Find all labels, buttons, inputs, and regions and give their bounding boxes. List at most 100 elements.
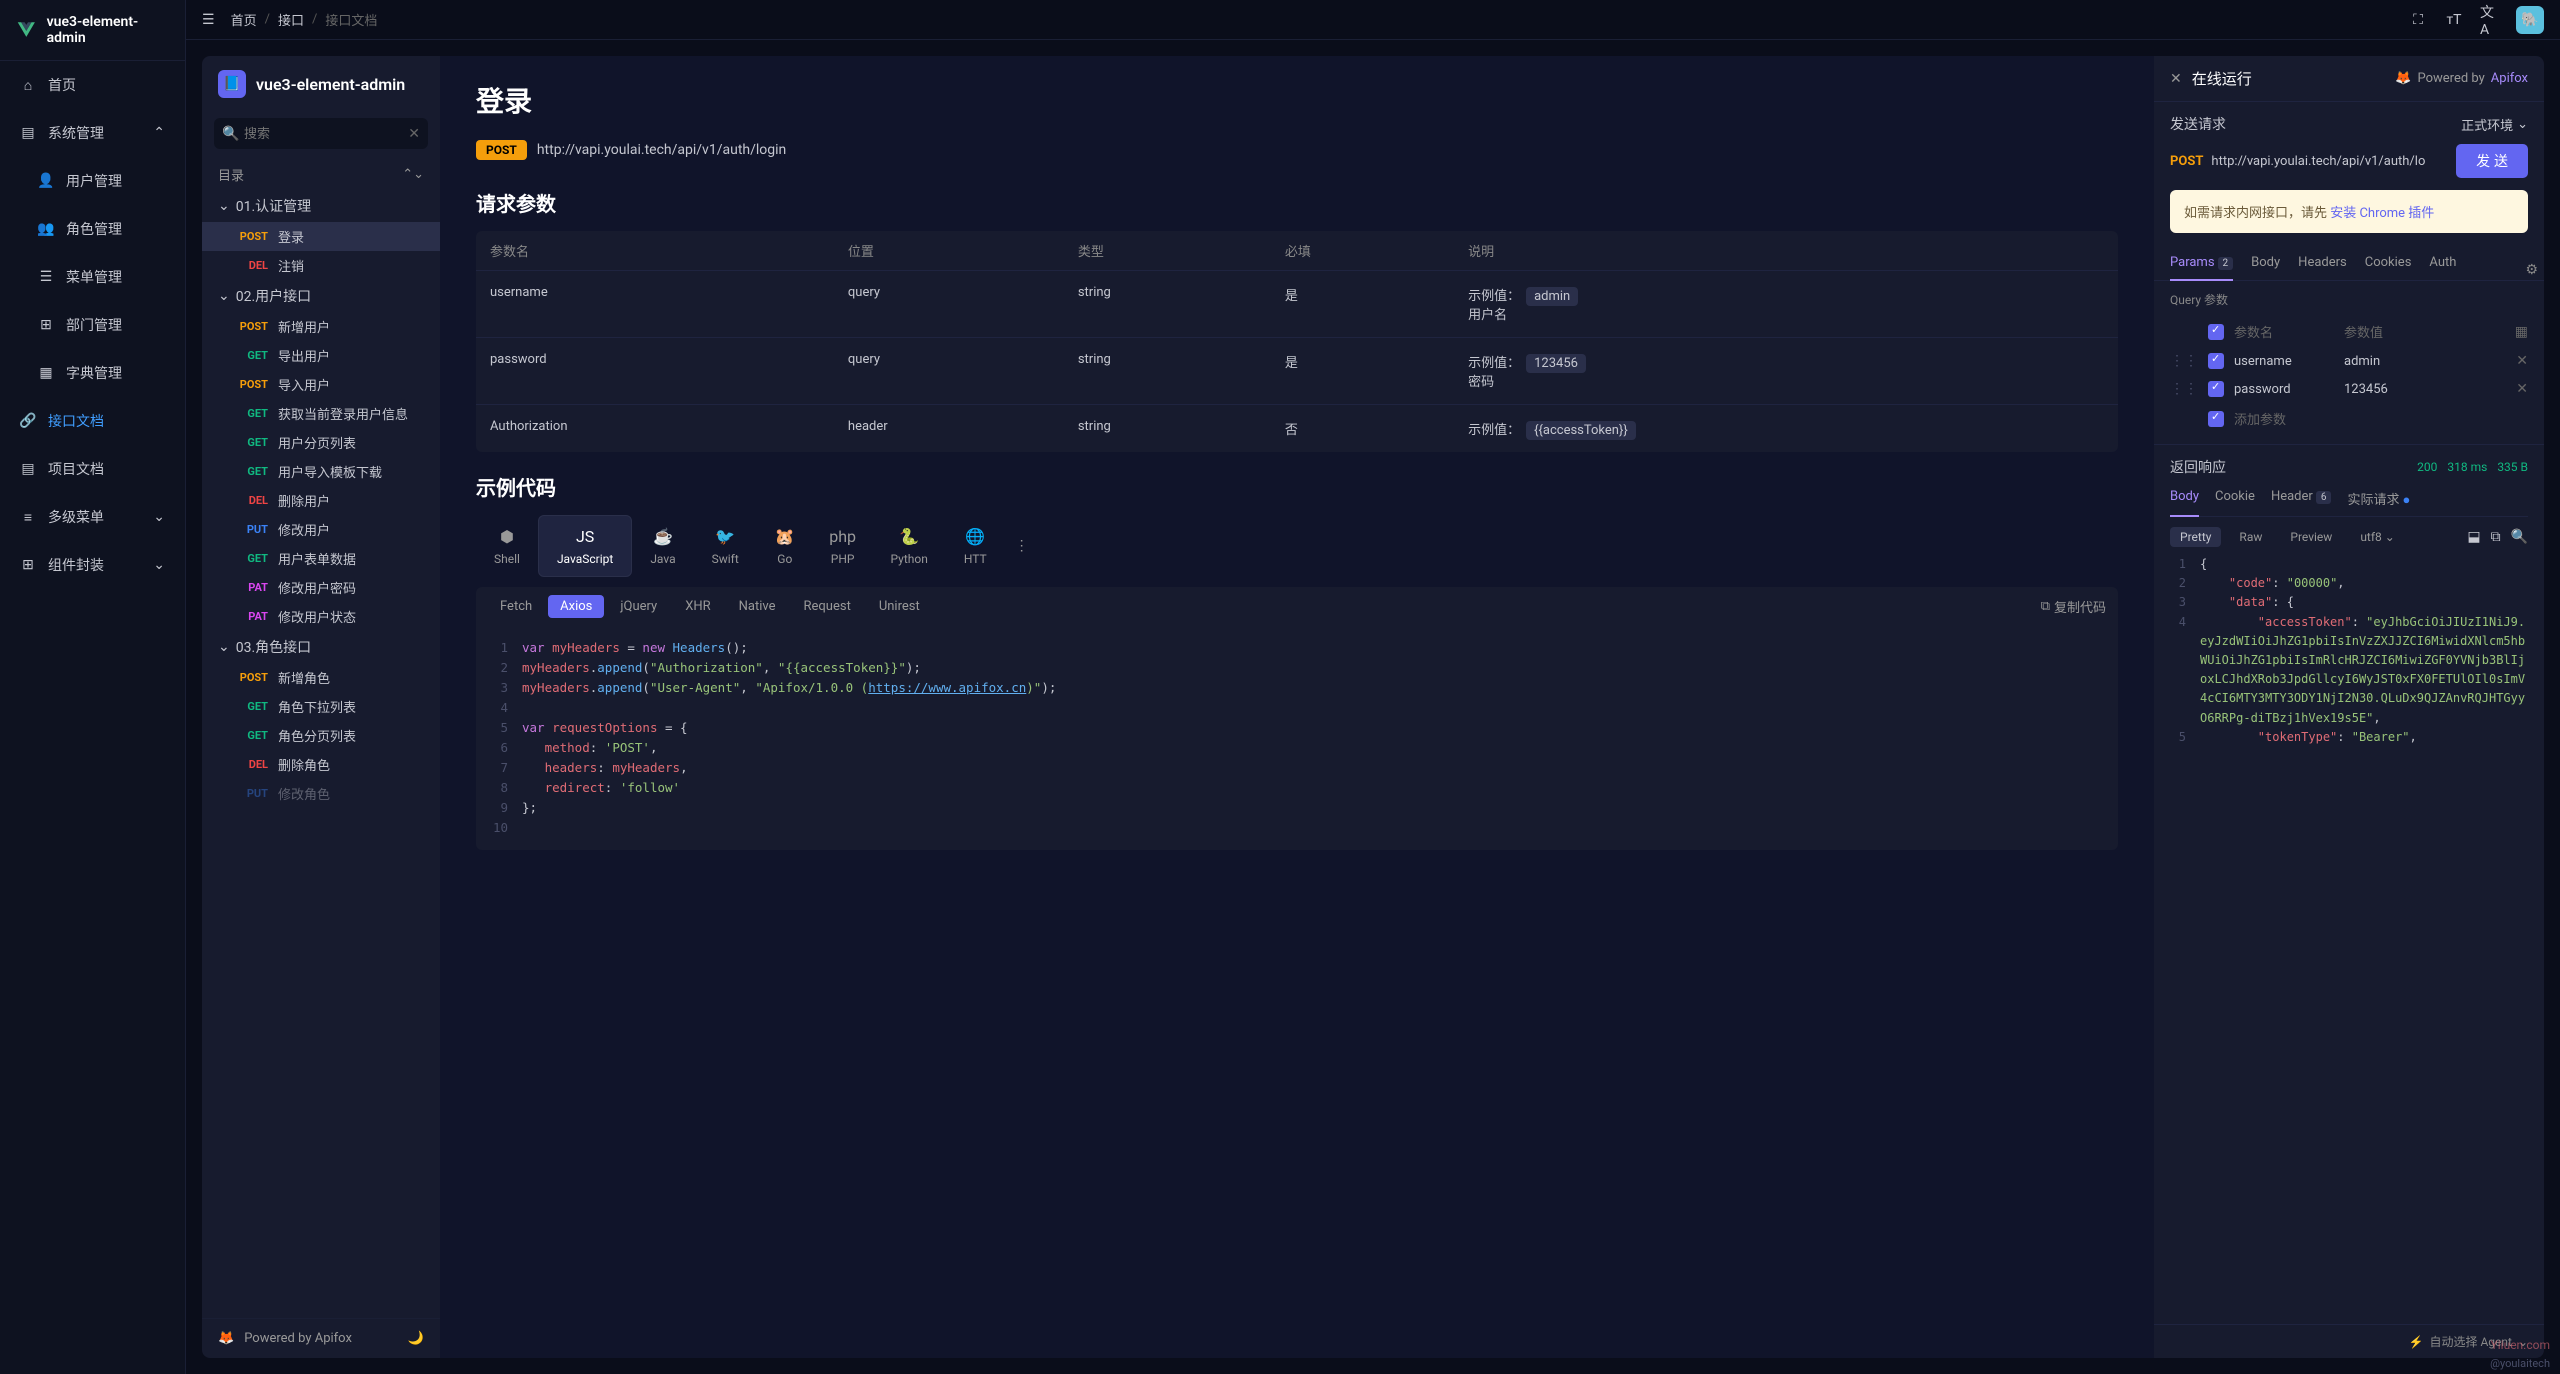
tab-body[interactable]: Body: [2251, 255, 2280, 280]
app-logo[interactable]: vue3-element-admin: [0, 0, 185, 61]
more-langs-icon[interactable]: ⋮: [1005, 528, 1039, 564]
tab-cookies[interactable]: Cookies: [2365, 255, 2412, 280]
response-title: 返回响应: [2170, 457, 2226, 477]
send-button[interactable]: 发 送: [2456, 144, 2528, 178]
user-avatar[interactable]: 🐘: [2516, 6, 2544, 34]
sub-tab-jquery[interactable]: jQuery: [608, 595, 669, 618]
lang-tab-go[interactable]: 🐹Go: [757, 516, 813, 576]
doc-footer: 🦊 Powered by Apifox 🌙: [202, 1318, 440, 1358]
search-response-icon[interactable]: 🔍: [2511, 529, 2528, 545]
toc-group-user[interactable]: ⌄02.用户接口: [202, 280, 440, 312]
sub-tab-request[interactable]: Request: [792, 595, 863, 618]
clear-icon[interactable]: ✕: [408, 126, 420, 142]
fullscreen-icon[interactable]: ⛶: [2408, 10, 2428, 30]
toc-item[interactable]: PAT修改用户密码: [202, 573, 440, 602]
sub-tab-native[interactable]: Native: [727, 595, 788, 618]
toc-item[interactable]: GET用户表单数据: [202, 544, 440, 573]
lang-tab-python[interactable]: 🐍Python: [873, 516, 946, 576]
bulk-edit-icon[interactable]: ▦: [2515, 324, 2528, 340]
lang-tab-shell[interactable]: ⬢Shell: [476, 516, 538, 576]
lang-tab-htt[interactable]: 🌐HTT: [946, 516, 1005, 576]
menu-dept-manage[interactable]: ⊞ 部门管理: [0, 301, 185, 349]
menu-role-manage[interactable]: 👥 角色管理: [0, 205, 185, 253]
breadcrumb: 首页 / 接口 / 接口文档: [231, 10, 378, 29]
menu-comp-pkg[interactable]: ⊞ 组件封装 ⌄: [0, 541, 185, 589]
menu-multi[interactable]: ≡ 多级菜单 ⌄: [0, 493, 185, 541]
tool-raw[interactable]: Raw: [2229, 527, 2272, 547]
toc-item[interactable]: PAT修改用户状态: [202, 602, 440, 631]
checkbox[interactable]: [2208, 381, 2224, 397]
font-size-icon[interactable]: тT: [2444, 10, 2464, 30]
toc-item[interactable]: POST新增用户: [202, 312, 440, 341]
lang-tab-java[interactable]: ☕Java: [632, 516, 693, 576]
toc-item-login[interactable]: POST登录: [202, 222, 440, 251]
search-input[interactable]: [214, 118, 428, 149]
toc-item[interactable]: PUT修改角色: [202, 779, 440, 808]
resp-tab-header[interactable]: Header6: [2271, 489, 2332, 516]
copy-response-icon[interactable]: ⧉: [2491, 529, 2501, 545]
drag-handle-icon[interactable]: ⋮⋮: [2170, 381, 2198, 397]
tool-preview[interactable]: Preview: [2280, 527, 2342, 547]
menu-proj-doc[interactable]: ▤ 项目文档: [0, 445, 185, 493]
copy-code-button[interactable]: ⧉ 复制代码: [2041, 597, 2106, 616]
resp-tab-body[interactable]: Body: [2170, 489, 2199, 516]
toc-item[interactable]: GET角色分页列表: [202, 721, 440, 750]
env-select[interactable]: 正式环境 ⌄: [2461, 115, 2528, 134]
sub-tab-fetch[interactable]: Fetch: [488, 595, 544, 618]
checkbox[interactable]: [2208, 353, 2224, 369]
toc-item[interactable]: DEL删除角色: [202, 750, 440, 779]
toc-item[interactable]: DEL删除用户: [202, 486, 440, 515]
close-icon[interactable]: ✕: [2170, 71, 2182, 87]
sub-tab-axios[interactable]: Axios: [548, 595, 604, 618]
resp-tab-cookie[interactable]: Cookie: [2215, 489, 2255, 516]
delete-icon[interactable]: ✕: [2516, 381, 2528, 397]
tab-auth[interactable]: Auth: [2429, 255, 2456, 280]
lang-tab-php[interactable]: phpPHP: [813, 516, 873, 576]
toc-item[interactable]: POST新增角色: [202, 663, 440, 692]
menu-system[interactable]: ▤ 系统管理 ⌃: [0, 109, 185, 157]
collapse-all-icon[interactable]: ⌃⌄: [402, 167, 424, 182]
lang-tab-swift[interactable]: 🐦Swift: [694, 516, 757, 576]
menu-api-doc[interactable]: 🔗 接口文档: [0, 397, 185, 445]
auto-agent[interactable]: ⚡ 自动选择 Agent ⌄: [2154, 1324, 2544, 1358]
tab-headers[interactable]: Headers: [2298, 255, 2347, 280]
add-param-row[interactable]: ⋮⋮ 添加参数: [2170, 403, 2528, 434]
tool-encoding[interactable]: utf8 ⌄: [2350, 527, 2405, 547]
toc-group-auth[interactable]: ⌄01.认证管理: [202, 190, 440, 222]
toc-item[interactable]: GET角色下拉列表: [202, 692, 440, 721]
url-input[interactable]: http://vapi.youlai.tech/api/v1/auth/lo: [2211, 154, 2448, 169]
toc-item[interactable]: GET导出用户: [202, 341, 440, 370]
toc-item[interactable]: GET用户分页列表: [202, 428, 440, 457]
save-response-icon[interactable]: ⬓: [2467, 529, 2480, 545]
toc-item-logout[interactable]: DEL注销: [202, 251, 440, 280]
menu-label: 角色管理: [66, 219, 122, 239]
menu-label: 多级菜单: [48, 507, 104, 527]
tool-pretty[interactable]: Pretty: [2170, 527, 2221, 547]
toc-item[interactable]: POST导入用户: [202, 370, 440, 399]
menu-menu-manage[interactable]: ☰ 菜单管理: [0, 253, 185, 301]
menu-user-manage[interactable]: 👤 用户管理: [0, 157, 185, 205]
menu-dict-manage[interactable]: ▦ 字典管理: [0, 349, 185, 397]
theme-toggle-icon[interactable]: 🌙: [408, 1331, 424, 1346]
breadcrumb-api[interactable]: 接口: [278, 10, 304, 29]
toc-item[interactable]: GET用户导入模板下载: [202, 457, 440, 486]
tab-params[interactable]: Params2: [2170, 255, 2233, 280]
menu-home[interactable]: ⌂ 首页: [0, 61, 185, 109]
resp-tab-actual[interactable]: 实际请求●: [2347, 489, 2410, 516]
toc-item[interactable]: GET获取当前登录用户信息: [202, 399, 440, 428]
sidebar-collapse-icon[interactable]: ☰: [202, 12, 215, 28]
language-icon[interactable]: 文A: [2480, 10, 2500, 30]
checkbox[interactable]: [2208, 411, 2224, 427]
toc-group-role[interactable]: ⌄03.角色接口: [202, 631, 440, 663]
lang-tab-javascript[interactable]: JSJavaScript: [538, 515, 632, 577]
install-plugin-link[interactable]: 安装 Chrome 插件: [2330, 206, 2434, 221]
delete-icon[interactable]: ✕: [2516, 353, 2528, 369]
drag-handle-icon[interactable]: ⋮⋮: [2170, 353, 2198, 369]
sub-tab-xhr[interactable]: XHR: [673, 595, 722, 618]
check-all[interactable]: [2208, 324, 2224, 340]
breadcrumb-home[interactable]: 首页: [231, 10, 257, 29]
agent-icon: ⚡: [2409, 1335, 2424, 1349]
toc-item[interactable]: PUT修改用户: [202, 515, 440, 544]
sub-tab-unirest[interactable]: Unirest: [867, 595, 932, 618]
settings-gear-icon[interactable]: ⚙: [2519, 256, 2544, 284]
